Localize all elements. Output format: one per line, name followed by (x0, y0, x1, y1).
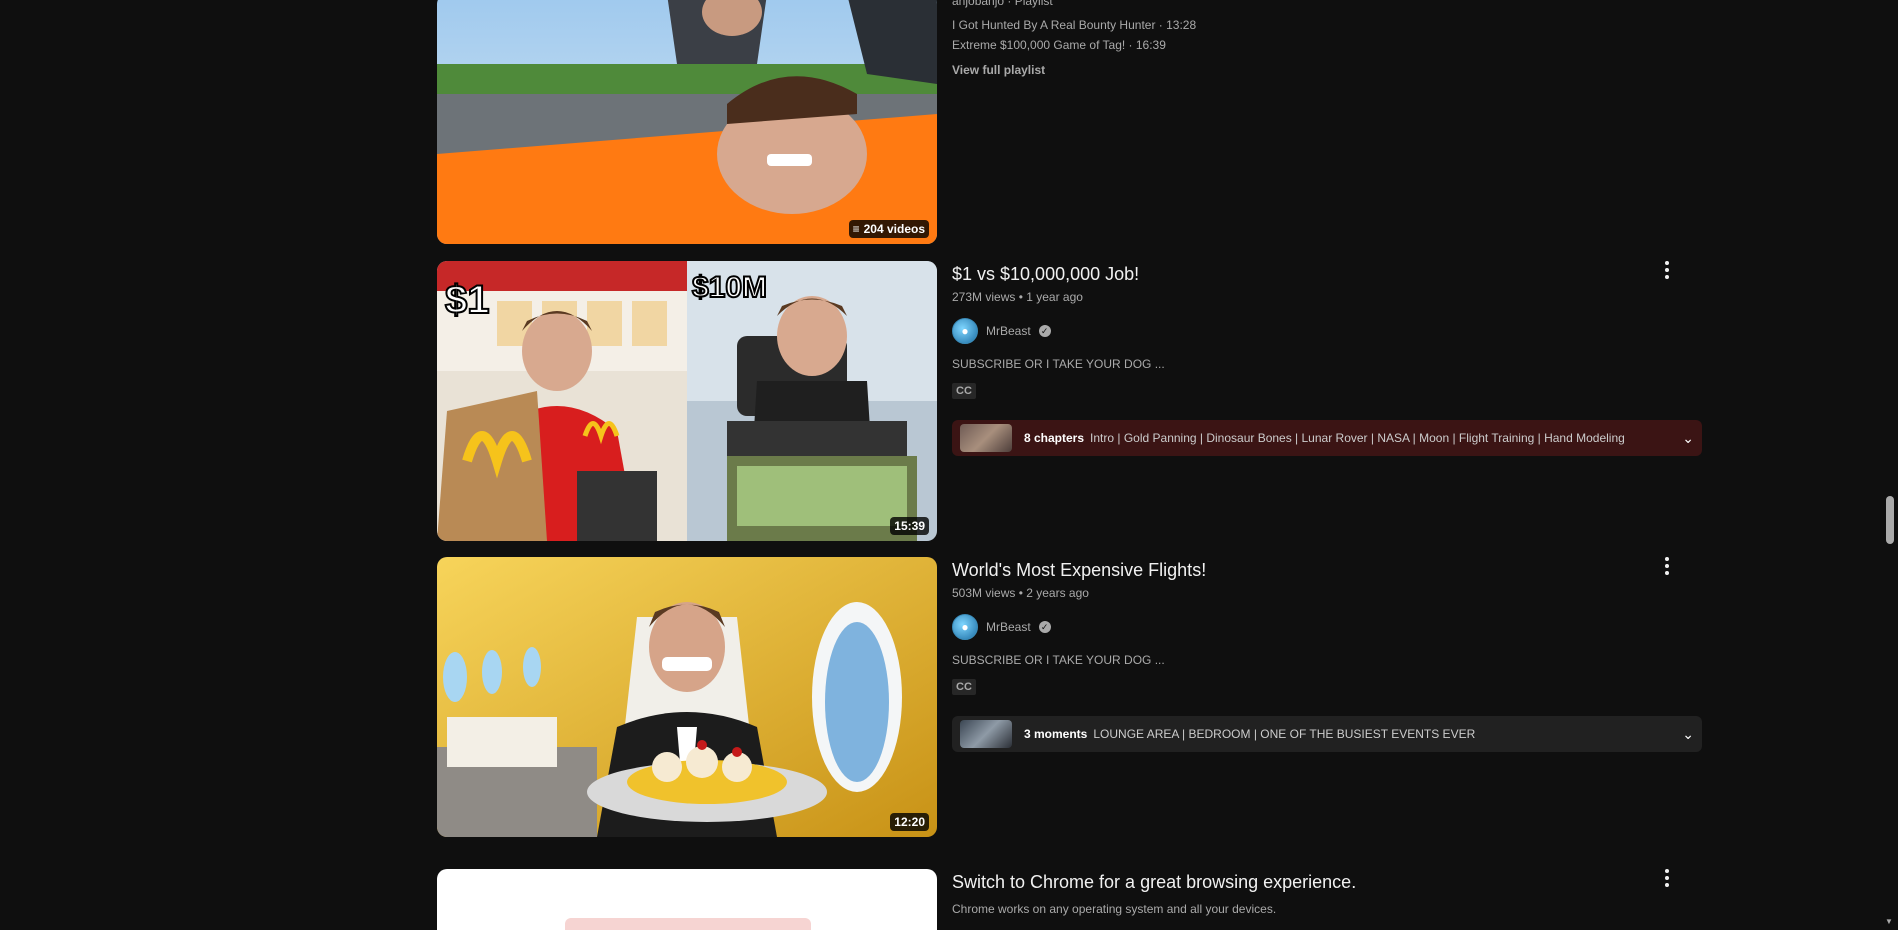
scroll-down-arrow-icon[interactable]: ▼ (1885, 917, 1893, 926)
duration-badge: 12:20 (890, 813, 929, 831)
video-thumbnail-art: $1 $10M (437, 261, 937, 541)
chapters-list: Intro | Gold Panning | Dinosaur Bones | … (1090, 431, 1625, 445)
chapter-thumbnail (960, 424, 1012, 452)
scrollbar-thumb[interactable] (1886, 496, 1894, 544)
channel-row[interactable]: ● MrBeast ✓ (952, 614, 1692, 640)
playlist-item-2[interactable]: Extreme $100,000 Game of Tag! · 16:39 (952, 36, 1692, 54)
cc-badge: CC (952, 679, 976, 695)
video-thumbnail-art (437, 557, 937, 837)
moment-thumbnail (960, 720, 1012, 748)
video-info: World's Most Expensive Flights! 503M vie… (952, 558, 1692, 695)
channel-row[interactable]: ● MrBeast ✓ (952, 318, 1692, 344)
video-meta: 503M views • 2 years ago (952, 586, 1089, 600)
more-vert-icon[interactable] (1658, 866, 1676, 890)
video-description: SUBSCRIBE OR I TAKE YOUR DOG ... (952, 357, 1165, 371)
video-meta: 273M views • 1 year ago (952, 290, 1083, 304)
channel-name[interactable]: MrBeast (986, 324, 1031, 338)
playlist-thumbnail-art (437, 0, 937, 244)
ad-info: Switch to Chrome for a great browsing ex… (952, 870, 1692, 918)
chapters-bar[interactable]: 8 chapters Intro | Gold Panning | Dinosa… (952, 420, 1702, 456)
ad-thumbnail-banner (565, 918, 811, 930)
more-vert-icon[interactable] (1658, 554, 1676, 578)
chevron-down-icon[interactable]: ⌄ (1682, 430, 1694, 447)
duration-badge: 15:39 (890, 517, 929, 535)
ad-subtitle: Chrome works on any operating system and… (952, 902, 1277, 916)
moments-bar[interactable]: 3 moments LOUNGE AREA | BEDROOM | ONE OF… (952, 716, 1702, 752)
playlist-info: anjobanjo · Playlist I Got Hunted By A R… (952, 0, 1692, 79)
thumb-text-left: $1 (445, 278, 490, 322)
playlist-thumbnail[interactable]: ≡ 204 videos (437, 0, 937, 244)
playlist-icon: ≡ (852, 222, 860, 236)
moments-count: 3 moments (1024, 727, 1088, 741)
channel-avatar[interactable]: ● (952, 318, 978, 344)
search-results-page: ≡ 204 videos anjobanjo · Playlist I Got … (0, 0, 1898, 930)
video-count-badge: ≡ 204 videos (848, 220, 929, 238)
chevron-down-icon[interactable]: ⌄ (1682, 726, 1694, 743)
video-description: SUBSCRIBE OR I TAKE YOUR DOG ... (952, 653, 1165, 667)
video-title[interactable]: World's Most Expensive Flights! (952, 558, 1692, 582)
channel-avatar[interactable]: ● (952, 614, 978, 640)
playlist-byline: anjobanjo · Playlist (952, 0, 1053, 8)
moments-list: LOUNGE AREA | BEDROOM | ONE OF THE BUSIE… (1093, 727, 1476, 741)
chapters-count: 8 chapters (1024, 431, 1085, 445)
verified-check-icon: ✓ (1038, 325, 1051, 337)
more-vert-icon[interactable] (1658, 258, 1676, 282)
view-full-playlist-link[interactable]: View full playlist (952, 61, 1692, 79)
playlist-item-1[interactable]: I Got Hunted By A Real Bounty Hunter · 1… (952, 16, 1692, 34)
channel-name[interactable]: MrBeast (986, 620, 1031, 634)
video-title[interactable]: $1 vs $10,000,000 Job! (952, 262, 1692, 286)
video-thumbnail[interactable]: $1 $10M 15:39 (437, 261, 937, 541)
video-thumbnail[interactable]: 12:20 (437, 557, 937, 837)
ad-thumbnail[interactable] (437, 869, 937, 930)
verified-check-icon: ✓ (1038, 621, 1051, 633)
thumb-text-right: $10M (692, 271, 767, 304)
video-info: $1 vs $10,000,000 Job! 273M views • 1 ye… (952, 262, 1692, 399)
ad-title[interactable]: Switch to Chrome for a great browsing ex… (952, 870, 1692, 894)
cc-badge: CC (952, 383, 976, 399)
